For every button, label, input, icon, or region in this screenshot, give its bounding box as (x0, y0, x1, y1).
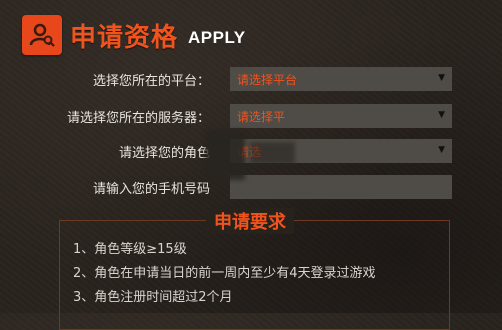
requirement-item: 2、角色在申请当日的前一周内至少有4天登录过游戏 (73, 266, 376, 281)
phone-row: 请输入您的手机号码 (0, 175, 502, 199)
server-row: 请选择您所在的服务器： 请选择平 ▼ (0, 104, 502, 128)
platform-select-value: 请选择平台 (237, 73, 298, 87)
requirements-title: 申请要求 (206, 208, 294, 234)
requirement-item: 3、角色注册时间超过2个月 (73, 290, 233, 305)
page-subtitle: APPLY (188, 28, 246, 47)
phone-input[interactable] (230, 175, 452, 199)
caret-down-icon: ▼ (438, 145, 445, 155)
obscured-overlay (205, 130, 245, 180)
platform-label: 选择您所在的平台： (92, 74, 210, 89)
page-title: 申请资格 (70, 22, 179, 53)
caret-down-icon: ▼ (438, 73, 445, 83)
role-label: 请选择您的角色 (118, 146, 210, 161)
caret-down-icon: ▼ (438, 110, 445, 120)
platform-row: 选择您所在的平台： 请选择平台 ▼ (0, 67, 502, 91)
requirement-item: 1、角色等级≥15级 (73, 242, 187, 257)
server-label: 请选择您所在的服务器： (66, 111, 210, 126)
user-search-icon (22, 15, 62, 55)
server-select-value: 请选择平 (237, 110, 286, 124)
server-select[interactable]: 请选择平 ▼ (230, 104, 452, 128)
phone-label: 请输入您的手机号码 (92, 182, 210, 197)
obscured-overlay (250, 142, 295, 164)
platform-select[interactable]: 请选择平台 ▼ (230, 67, 452, 91)
page-header: 申请资格 APPLY (22, 12, 246, 58)
